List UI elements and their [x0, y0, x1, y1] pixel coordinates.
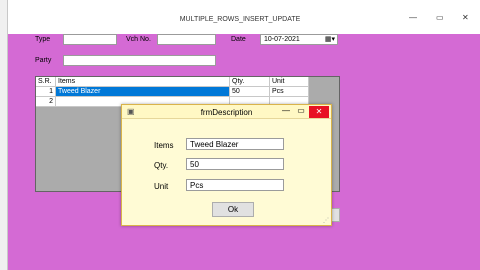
grid-cell-unit[interactable]: Pcs — [270, 87, 309, 97]
dialog-titlebar: ▣ frmDescription — ▭ ✕ — [122, 105, 331, 119]
items-label: Items — [154, 141, 174, 150]
grid-cell-sr[interactable]: 2 — [36, 97, 56, 107]
close-button[interactable]: ✕ — [462, 13, 469, 22]
type-label: Type — [35, 36, 51, 43]
qty-field-value: 50 — [190, 160, 199, 169]
items-field[interactable]: Tweed Blazer — [186, 138, 284, 150]
unit-field-value: Pcs — [190, 181, 204, 190]
minimize-button[interactable]: — — [409, 13, 417, 22]
calendar-dropdown-icon[interactable]: ▦▾ — [325, 35, 335, 43]
maximize-button[interactable]: ▭ — [436, 13, 444, 22]
grid-cell-item[interactable]: Tweed Blazer — [56, 87, 230, 97]
grid-header-items[interactable]: Items — [56, 77, 230, 87]
date-label: Date — [231, 36, 246, 43]
date-picker[interactable]: 10-07-2021 ▦▾ — [260, 34, 338, 45]
unit-field[interactable]: Pcs — [186, 179, 284, 191]
ok-button[interactable]: Ok — [212, 202, 254, 217]
background-window-strip — [0, 0, 8, 270]
type-input[interactable] — [63, 34, 117, 45]
dialog-maximize-button[interactable]: ▭ — [294, 105, 308, 117]
grid-cell-qty[interactable]: 50 — [230, 87, 270, 97]
grid-header-qty[interactable]: Qty. — [230, 77, 270, 87]
grid-cell-sr[interactable]: 1 — [36, 87, 56, 97]
grid-header-unit[interactable]: Unit — [270, 77, 309, 87]
qty-label: Qty. — [154, 161, 169, 170]
vch-no-label: Vch No. — [126, 36, 151, 43]
grid-header-sr[interactable]: S.R. — [36, 77, 56, 87]
resize-grip-icon[interactable]: ⋰ — [323, 217, 329, 224]
party-input[interactable] — [63, 55, 216, 66]
dialog-minimize-button[interactable]: — — [279, 105, 293, 117]
description-dialog: ▣ frmDescription — ▭ ✕ Items Tweed Blaze… — [121, 104, 332, 226]
dialog-close-button[interactable]: ✕ — [309, 106, 329, 118]
unit-label: Unit — [154, 182, 169, 191]
date-value: 10-07-2021 — [264, 36, 300, 43]
party-label: Party — [35, 57, 52, 64]
window-top-band — [8, 0, 480, 11]
qty-field[interactable]: 50 — [186, 158, 284, 170]
vch-no-input[interactable] — [157, 34, 216, 45]
window-title: MULTIPLE_ROWS_INSERT_UPDATE — [179, 16, 301, 23]
items-field-value: Tweed Blazer — [190, 140, 239, 149]
